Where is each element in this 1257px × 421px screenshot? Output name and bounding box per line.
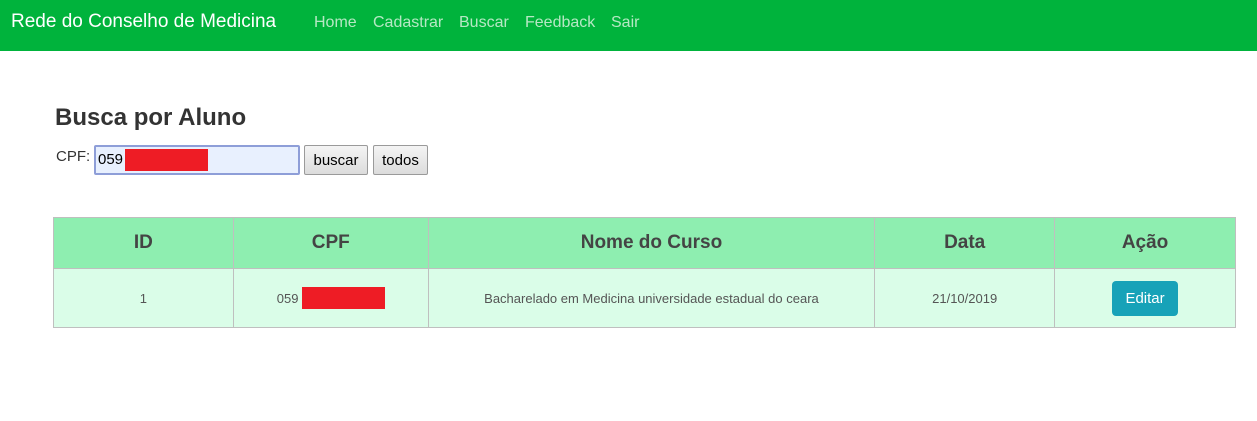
header-course: Nome do Curso bbox=[427, 217, 876, 269]
cell-action: Editar bbox=[1054, 268, 1236, 328]
header-date: Data bbox=[874, 217, 1056, 269]
cell-cpf: 059 bbox=[232, 268, 429, 328]
table-header-row: ID CPF Nome do Curso Data Ação bbox=[53, 217, 1236, 269]
page-title: Busca por Aluno bbox=[55, 104, 247, 131]
redaction-block bbox=[125, 149, 208, 171]
redaction-block bbox=[301, 286, 385, 309]
edit-button[interactable]: Editar bbox=[1112, 280, 1178, 316]
header-id: ID bbox=[53, 217, 234, 269]
navbar: Rede do Conselho de Medicina Home Cadast… bbox=[0, 0, 1257, 51]
nav-cadastrar[interactable]: Cadastrar bbox=[373, 14, 443, 32]
nav-home[interactable]: Home bbox=[314, 14, 357, 32]
cell-course: Bacharelado em Medicina universidade est… bbox=[427, 268, 876, 328]
table-row: 1 059 Bacharelado em Medicina universida… bbox=[53, 268, 1236, 328]
todos-button[interactable]: todos bbox=[373, 145, 428, 175]
nav-sair[interactable]: Sair bbox=[611, 14, 639, 32]
cpf-label: CPF: bbox=[56, 148, 91, 165]
header-cpf: CPF bbox=[232, 217, 429, 269]
cell-cpf-value: 059 bbox=[276, 290, 299, 306]
results-table: ID CPF Nome do Curso Data Ação 1 059 Bac… bbox=[53, 217, 1236, 328]
header-action: Ação bbox=[1054, 217, 1236, 269]
nav-feedback[interactable]: Feedback bbox=[525, 14, 595, 32]
cell-id: 1 bbox=[53, 268, 234, 328]
cell-date: 21/10/2019 bbox=[874, 268, 1056, 328]
cpf-input[interactable]: 059 bbox=[94, 145, 300, 175]
cpf-input-value: 059 bbox=[98, 151, 124, 168]
brand-title[interactable]: Rede do Conselho de Medicina bbox=[11, 11, 276, 33]
buscar-button[interactable]: buscar bbox=[304, 145, 368, 175]
nav-buscar[interactable]: Buscar bbox=[459, 14, 509, 32]
